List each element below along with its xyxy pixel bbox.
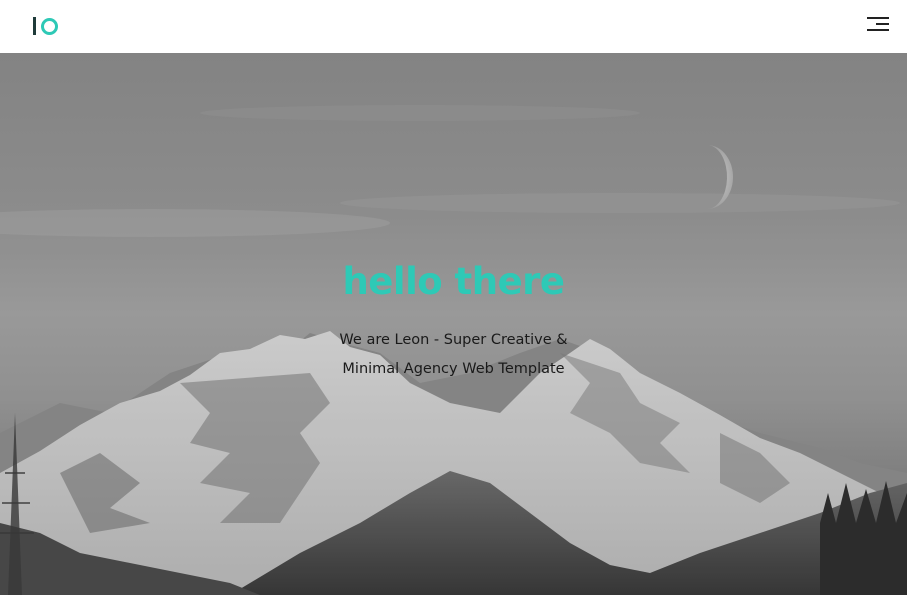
menu-line (867, 29, 889, 31)
logo-ring-mark (41, 17, 58, 35)
hero-section: hello there We are Leon - Super Creative… (0, 53, 907, 595)
hero-subtitle-line-2: Minimal Agency Web Template (342, 361, 565, 377)
hero-subtitle: We are Leon - Super Creative & Minimal A… (304, 326, 604, 384)
hero-subtitle-line-1: We are Leon - Super Creative & (339, 332, 568, 348)
hamburger-menu-icon[interactable] (865, 14, 889, 34)
site-header (0, 0, 907, 53)
menu-line (876, 23, 889, 25)
menu-line (867, 17, 889, 19)
hero-content: hello there We are Leon - Super Creative… (0, 258, 907, 384)
hero-title: hello there (342, 260, 565, 303)
logo-bar-mark (33, 17, 36, 35)
logo[interactable] (33, 15, 58, 37)
